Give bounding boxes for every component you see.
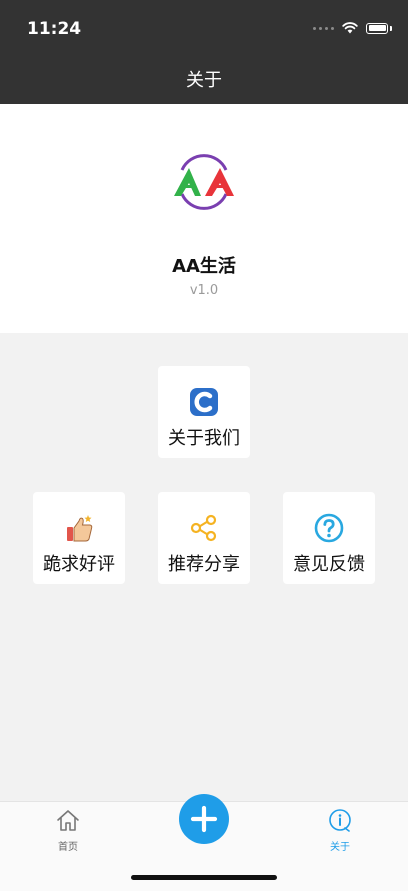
share-icon (190, 514, 217, 542)
home-indicator (131, 875, 277, 880)
app-name: AA生活 (172, 256, 236, 277)
plus-icon (190, 805, 218, 833)
app-version: v1.0 (189, 283, 219, 298)
app-info-card (0, 104, 408, 333)
status-indicators (313, 22, 392, 34)
home-icon (57, 810, 79, 831)
nav-header: 11:24 关于 (0, 0, 408, 104)
page-title: 关于 (186, 70, 222, 91)
status-time: 11:24 (27, 19, 82, 39)
battery-icon (366, 22, 388, 34)
wifi-icon (342, 22, 358, 34)
tab-about-label: 关于 (330, 842, 350, 853)
about-us-icon (190, 388, 218, 416)
signal-icon (313, 26, 334, 30)
tile-label: 推荐分享 (168, 554, 240, 575)
rate-us-tile[interactable]: 跪求好评 (33, 492, 125, 584)
about-us-tile[interactable]: 关于我们 (158, 366, 250, 458)
tile-label: 意见反馈 (293, 554, 365, 575)
feedback-tile[interactable]: 意见反馈 (283, 492, 375, 584)
info-icon (329, 809, 351, 832)
add-button[interactable] (179, 794, 229, 844)
app-logo (174, 154, 234, 210)
tab-about[interactable]: 关于 (310, 808, 370, 853)
share-tile[interactable]: 推荐分享 (158, 492, 250, 584)
tab-home[interactable]: 首页 (38, 808, 98, 853)
thumbs-up-icon (67, 515, 93, 542)
tab-home-label: 首页 (58, 842, 78, 853)
tile-label: 关于我们 (168, 428, 240, 449)
feedback-icon (314, 513, 344, 543)
tile-label: 跪求好评 (43, 554, 115, 575)
battery-nub (390, 25, 392, 31)
